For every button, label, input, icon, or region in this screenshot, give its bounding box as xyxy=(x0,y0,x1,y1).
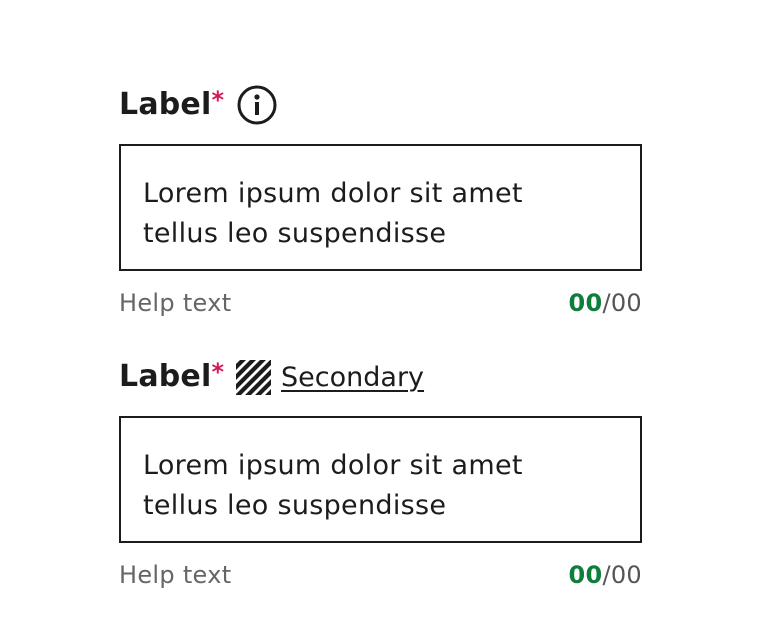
counter-max: 00 xyxy=(610,289,642,317)
character-counter: 00/00 xyxy=(568,289,642,317)
character-counter: 00/00 xyxy=(568,561,642,589)
counter-current: 00 xyxy=(568,561,603,589)
field-label: Label xyxy=(119,359,212,394)
required-marker: * xyxy=(211,358,225,386)
help-text: Help text xyxy=(119,289,232,317)
counter-separator: / xyxy=(602,289,611,317)
counter-current: 00 xyxy=(568,289,603,317)
text-field-with-secondary: Label * Secondary Lorem ipsum dolor sit xyxy=(119,356,642,589)
text-area-input[interactable]: Lorem ipsum dolor sit amet tellus leo su… xyxy=(119,144,642,271)
help-row: Help text 00/00 xyxy=(119,289,642,317)
counter-max: 00 xyxy=(610,561,642,589)
field-label-row: Label * xyxy=(119,84,642,126)
info-circle-icon[interactable] xyxy=(237,85,277,125)
text-area-input[interactable]: Lorem ipsum dolor sit amet tellus leo su… xyxy=(119,416,642,543)
hatch-pattern-icon xyxy=(236,359,272,395)
field-label-row: Label * Secondary xyxy=(119,356,642,398)
help-row: Help text 00/00 xyxy=(119,561,642,589)
required-marker: * xyxy=(211,86,225,114)
help-text: Help text xyxy=(119,561,232,589)
secondary-link[interactable]: Secondary xyxy=(281,364,424,391)
counter-separator: / xyxy=(602,561,611,589)
field-label: Label xyxy=(119,87,212,122)
text-field-with-info: Label * Lorem ipsum dolor sit amet tellu… xyxy=(119,84,642,317)
